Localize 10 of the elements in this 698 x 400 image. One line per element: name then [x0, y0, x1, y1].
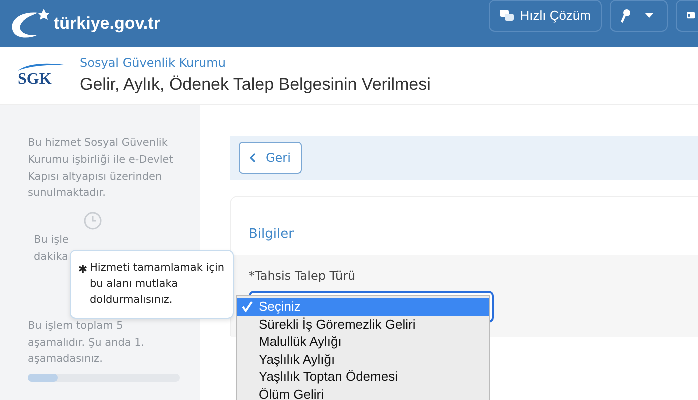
page-title: Gelir, Aylık, Ödenek Talep Belgesinin Verilmesi	[80, 74, 431, 96]
steps-text: Bu işlem toplam 5 aşamalıdır. Şu anda 1. aşamadasınız.	[28, 318, 146, 368]
field-label: *Tahsis Talep Türü	[249, 268, 357, 285]
sidebar-info-text: Bu hizmet Sosyal Güvenlik Kurumu işbirliği ile e-Devlet Kapısı altyapısı üzerinden sunulmaktadır.	[28, 136, 174, 202]
section-title: Bilgiler	[248, 226, 295, 244]
institution-name: Sosyal Güvenlik Kurumu	[80, 54, 227, 72]
sgk-logo: SGK	[18, 62, 66, 88]
duration-text: Bu işle	[34, 233, 70, 248]
tooltip-text: Hizmeti tamamlamak için bu alanı mutlaka doldurmalısınız.	[90, 261, 225, 308]
duration-text: dakika	[34, 250, 70, 265]
